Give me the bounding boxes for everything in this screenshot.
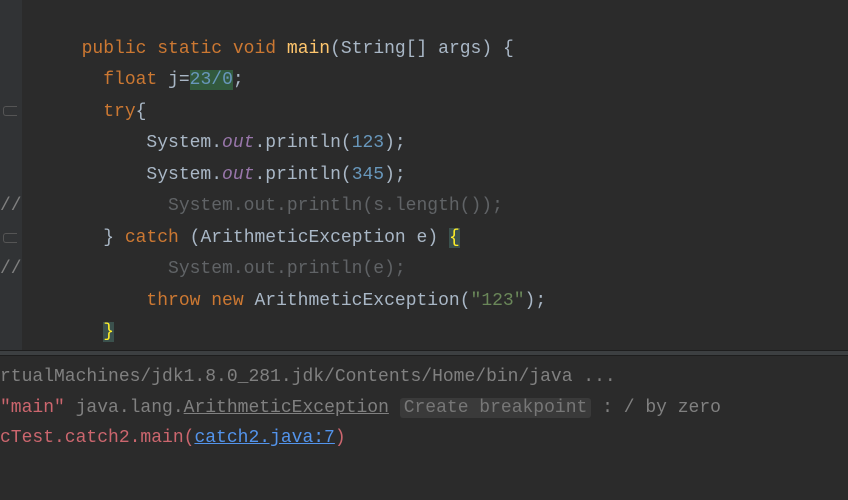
create-breakpoint-hint[interactable]: Create breakpoint xyxy=(400,398,592,418)
keyword: try xyxy=(103,102,135,122)
type: ArithmeticException xyxy=(200,228,405,248)
commented-code: System.out.println(s.length()); xyxy=(168,196,503,216)
number-literal: 123 xyxy=(352,133,384,153)
number-literal: 23 xyxy=(190,70,212,90)
code-line: System.out.println(123); xyxy=(0,128,848,160)
method-name: main xyxy=(287,39,330,59)
run-console[interactable]: rtualMachines/jdk1.8.0_281.jdk/Contents/… xyxy=(0,356,848,454)
class-ref: System xyxy=(146,165,211,185)
commented-code: System.out.println(e); xyxy=(168,259,406,279)
keyword: public xyxy=(82,39,147,59)
code-line: throw new ArithmeticException("123"); xyxy=(0,286,848,318)
variable: j xyxy=(168,70,179,90)
code-line: System.out.println(345); xyxy=(0,160,848,192)
keyword: float xyxy=(103,70,157,90)
type: String xyxy=(341,39,406,59)
java-path: rtualMachines/jdk1.8.0_281.jdk/Contents/… xyxy=(0,367,616,387)
method-call: println xyxy=(265,165,341,185)
exception-link[interactable]: ArithmeticException xyxy=(184,398,389,418)
code-line-commented: // System.out.println(s.length()); xyxy=(0,191,848,223)
console-exception-line: "main" java.lang.ArithmeticException Cre… xyxy=(0,393,848,424)
number-literal: 345 xyxy=(352,165,384,185)
static-field: out xyxy=(222,133,254,153)
code-line: try{ xyxy=(0,97,848,129)
console-stack-line: cTest.catch2.main(catch2.java:7) xyxy=(0,423,848,454)
code-line-commented: // System.out.println(e); xyxy=(0,254,848,286)
string-literal: "123" xyxy=(471,291,525,311)
variable: e xyxy=(417,228,428,248)
matched-brace: } xyxy=(103,322,114,342)
matched-brace: { xyxy=(449,228,460,248)
number-literal: 0 xyxy=(222,70,233,90)
method-call: println xyxy=(265,133,341,153)
stack-frame: cTest.catch2.main( xyxy=(0,428,194,448)
source-link[interactable]: catch2.java:7 xyxy=(194,428,334,448)
param: args xyxy=(438,39,481,59)
class-ref: System xyxy=(146,133,211,153)
console-line: rtualMachines/jdk1.8.0_281.jdk/Contents/… xyxy=(0,362,848,393)
keyword: void xyxy=(233,39,276,59)
code-line: } catch (ArithmeticException e) { xyxy=(0,223,848,255)
keyword: catch xyxy=(125,228,179,248)
keyword: throw xyxy=(146,291,200,311)
keyword: static xyxy=(157,39,222,59)
code-line: float j=23/0; xyxy=(0,65,848,97)
code-line: public static void main(String[] args) { xyxy=(0,2,848,65)
comment-marker: // xyxy=(0,191,22,223)
code-line: } xyxy=(0,317,848,349)
exception-message: : / by zero xyxy=(591,398,721,418)
comment-marker: // xyxy=(0,254,22,286)
class-ref: ArithmeticException xyxy=(254,291,459,311)
static-field: out xyxy=(222,165,254,185)
keyword: new xyxy=(211,291,243,311)
code-editor[interactable]: public static void main(String[] args) {… xyxy=(0,0,848,350)
thread-name: "main" xyxy=(0,398,65,418)
